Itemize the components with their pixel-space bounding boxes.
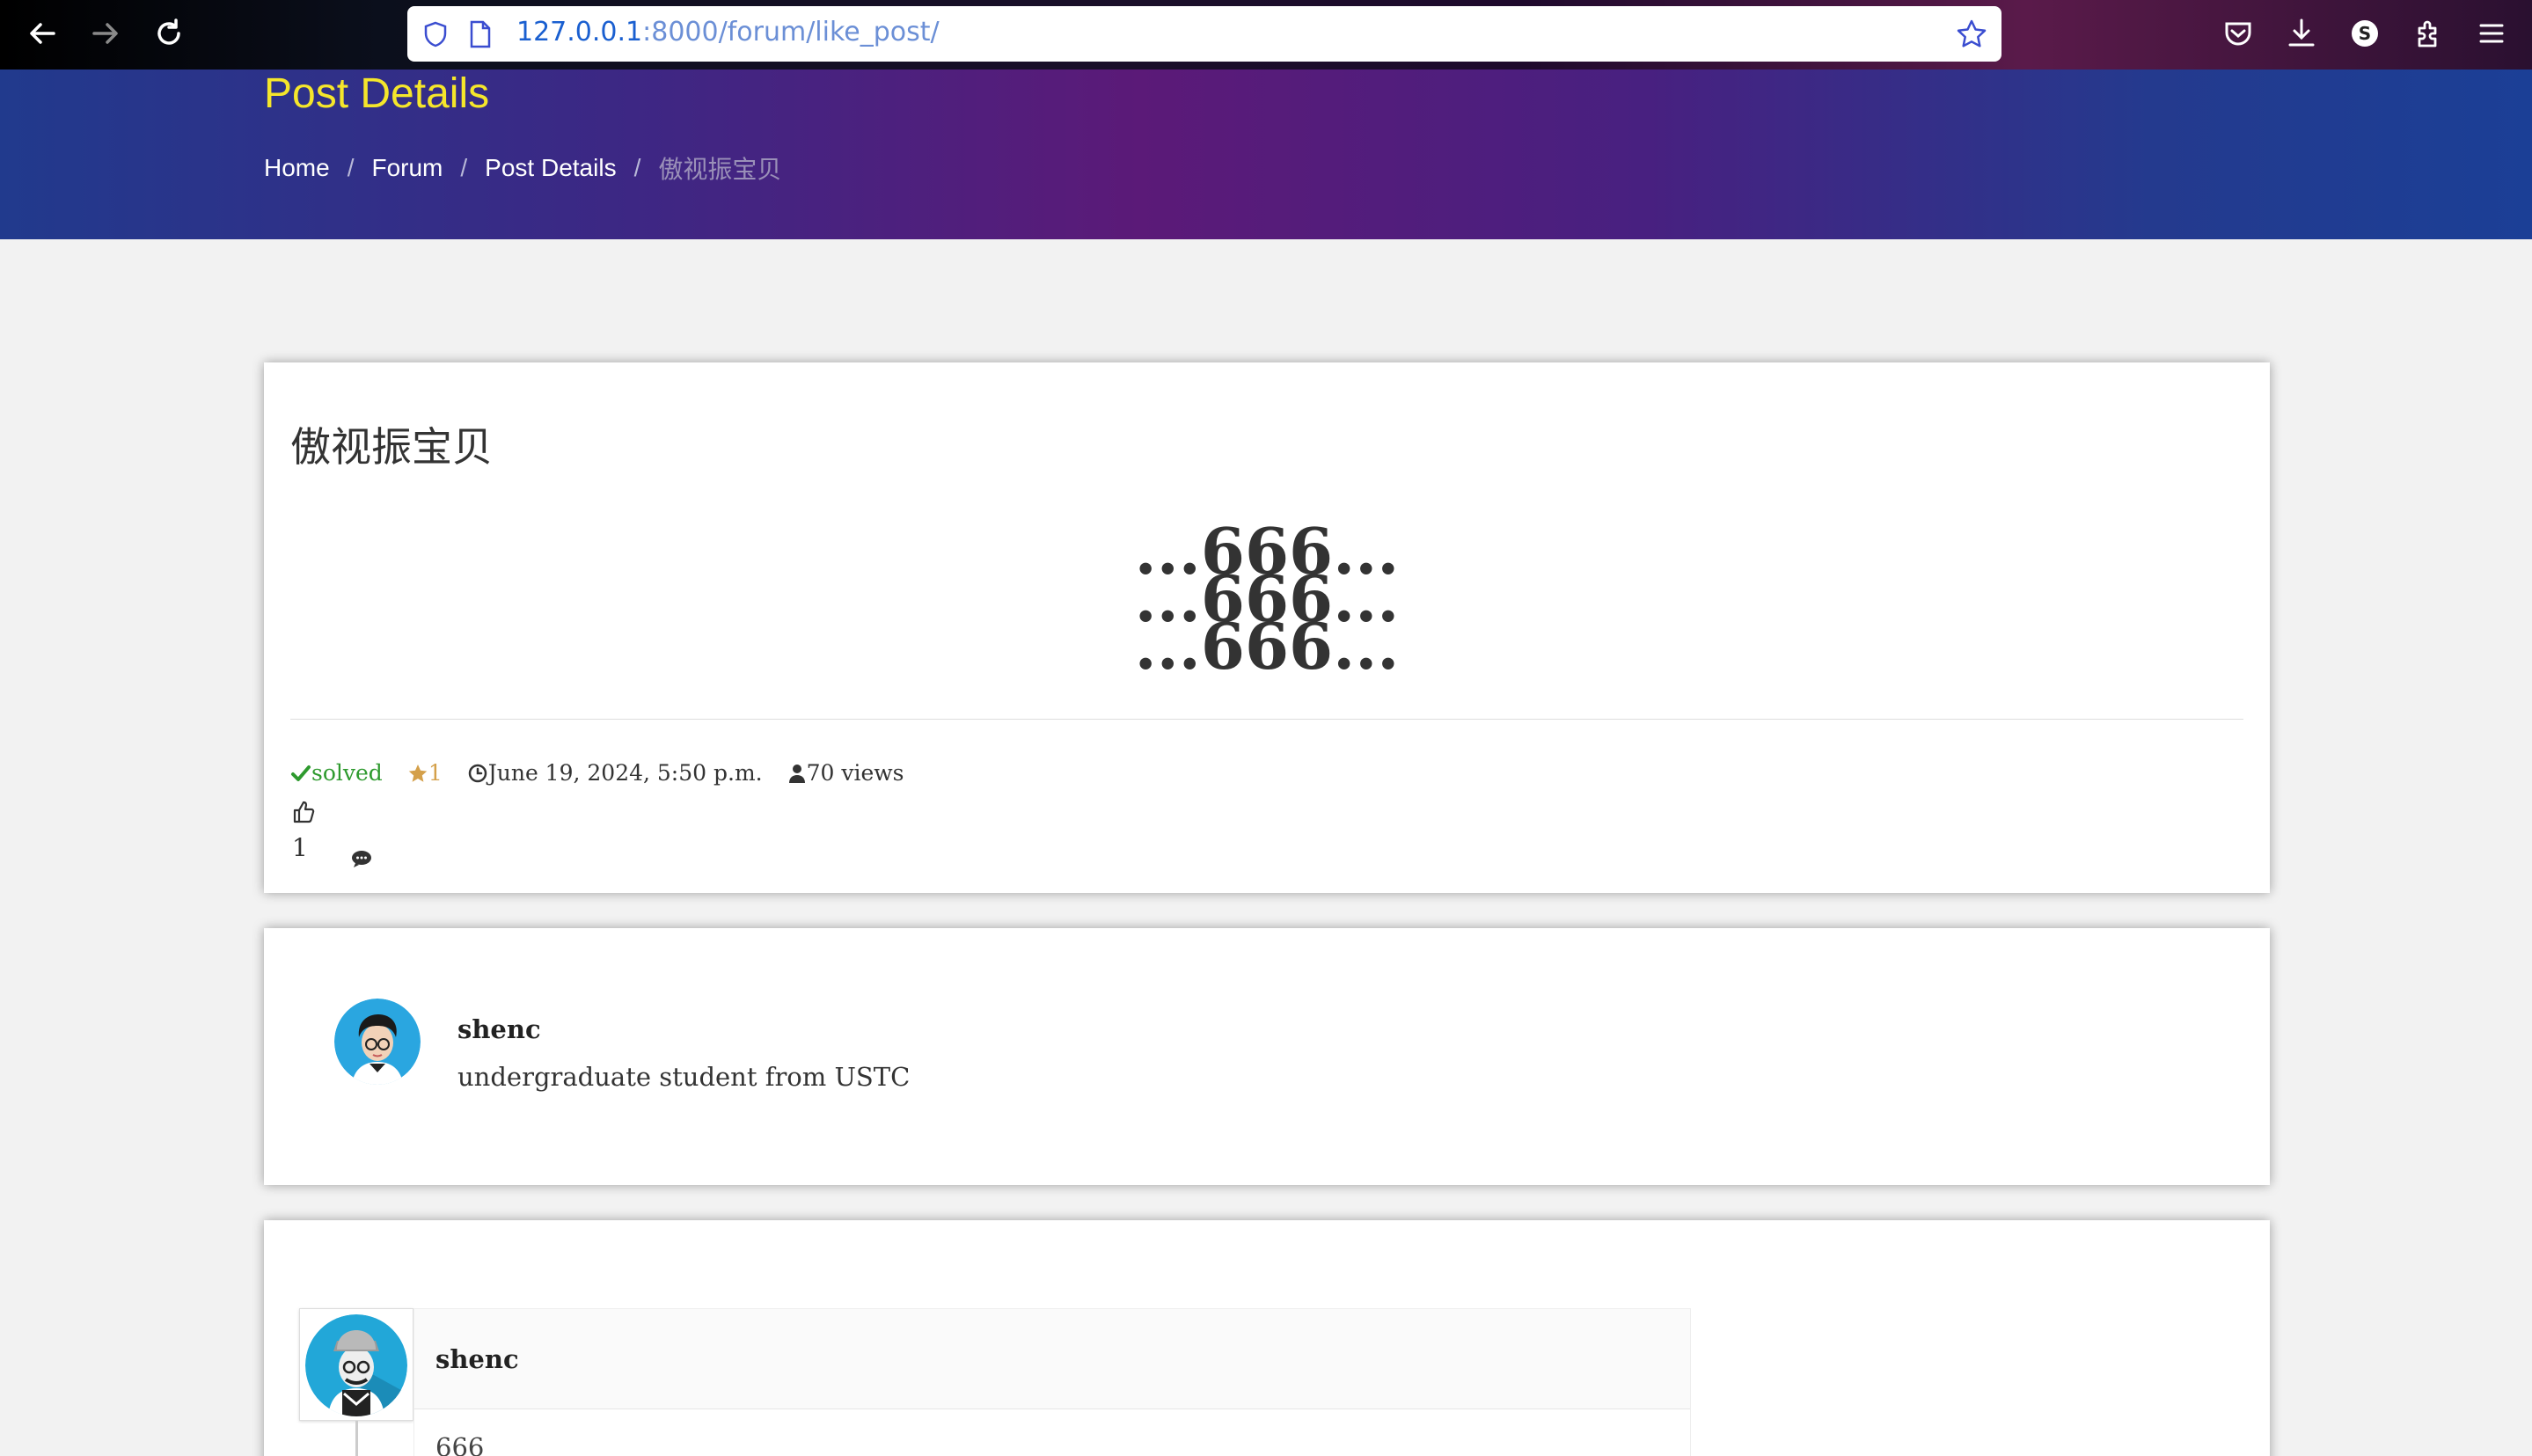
thumbs-up-icon[interactable] xyxy=(292,801,315,823)
extensions-icon[interactable] xyxy=(2411,16,2446,51)
post-date-text: June 19, 2024, 5:50 p.m. xyxy=(487,760,763,786)
author-name[interactable]: shenc xyxy=(457,1014,541,1044)
check-icon xyxy=(291,765,311,781)
breadcrumb-current: 傲视振宝贝 xyxy=(658,156,782,183)
reload-icon xyxy=(157,18,180,45)
star-count-value: 1 xyxy=(428,760,443,786)
comments-link[interactable] xyxy=(350,848,1742,869)
star-count: 1 xyxy=(407,760,443,786)
menu-icon[interactable] xyxy=(2474,16,2509,51)
views-text: 70 views xyxy=(806,760,904,786)
author-bio: undergraduate student from USTC xyxy=(457,1062,911,1092)
shield-icon[interactable] xyxy=(421,20,450,48)
breadcrumb-post-details[interactable]: Post Details xyxy=(485,154,616,182)
bookmark-star-icon[interactable] xyxy=(1956,18,1987,50)
comment-avatar-image xyxy=(305,1314,407,1416)
post-date: June 19, 2024, 5:50 p.m. xyxy=(467,760,763,786)
post-body: ...666... ...666... ...666... xyxy=(264,520,2270,684)
account-avatar-button[interactable]: S xyxy=(2347,16,2382,51)
post-card: 傲视振宝贝 ...666... ...666... ...666... solv… xyxy=(264,362,2270,893)
avatar[interactable] xyxy=(334,999,421,1085)
url-text[interactable]: 127.0.0.1:8000/forum/like_post/ xyxy=(516,17,940,48)
account-letter: S xyxy=(2358,23,2372,44)
avatar-image xyxy=(334,999,421,1085)
breadcrumb-separator: / xyxy=(347,154,355,181)
clock-icon xyxy=(468,764,487,782)
star-icon xyxy=(408,764,428,782)
post-meta: solved 1 June 19, 2024, 5:50 p.m. 70 vie… xyxy=(290,760,904,867)
page-info-icon[interactable] xyxy=(469,20,492,48)
comment-text: 666 xyxy=(435,1432,485,1456)
page-header: Post Details Home / Forum / Post Details… xyxy=(0,70,2532,239)
views-count: 70 views xyxy=(787,760,904,786)
forward-button[interactable] xyxy=(88,16,123,51)
breadcrumb-home[interactable]: Home xyxy=(264,154,330,182)
breadcrumb-forum[interactable]: Forum xyxy=(371,154,443,182)
post-title: 傲视振宝贝 xyxy=(290,423,493,471)
solved-label: solved xyxy=(311,760,383,786)
author-card: shenc undergraduate student from USTC xyxy=(264,928,2270,1185)
user-icon xyxy=(788,764,805,783)
page-title: Post Details xyxy=(264,70,490,117)
comment-icon xyxy=(352,851,371,867)
comments-card: shenc 666 xyxy=(264,1220,2270,1456)
breadcrumb: Home / Forum / Post Details / 傲视振宝贝 xyxy=(264,150,781,186)
breadcrumb-separator: / xyxy=(460,154,468,181)
forward-arrow-icon xyxy=(92,23,118,44)
download-icon[interactable] xyxy=(2284,16,2319,51)
comment-avatar[interactable] xyxy=(305,1314,407,1416)
browser-toolbar: 127.0.0.1:8000/forum/like_post/ S xyxy=(0,0,2532,70)
like-count: 1 xyxy=(292,833,308,862)
pocket-icon[interactable] xyxy=(2221,16,2256,51)
solved-badge: solved xyxy=(290,760,383,786)
breadcrumb-separator: / xyxy=(633,154,641,181)
comment-avatar-frame xyxy=(299,1308,413,1421)
comment-author-name[interactable]: shenc xyxy=(435,1344,519,1374)
post-body-line: ...666... xyxy=(1134,609,1400,684)
divider xyxy=(290,719,2243,720)
comment-thread-line xyxy=(355,1421,358,1456)
back-arrow-icon xyxy=(30,23,55,44)
comment-header: shenc xyxy=(414,1309,1690,1409)
back-button[interactable] xyxy=(25,16,60,51)
comment-panel: shenc 666 xyxy=(413,1308,1691,1456)
address-bar[interactable]: 127.0.0.1:8000/forum/like_post/ xyxy=(407,6,2001,62)
reload-button[interactable] xyxy=(151,16,187,51)
